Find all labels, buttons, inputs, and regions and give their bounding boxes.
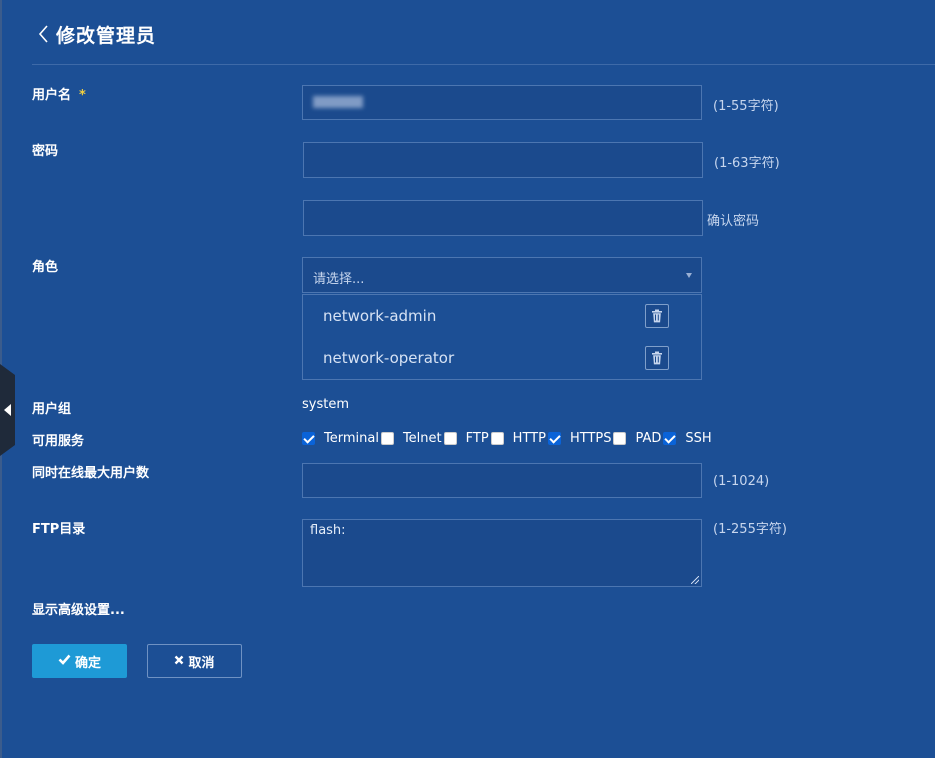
ftp-dir-value: flash: bbox=[310, 523, 346, 538]
ftp-dir-hint: (1-255字符) bbox=[713, 522, 787, 537]
caret-left-icon bbox=[4, 404, 11, 416]
username-label-text: 用户名 bbox=[32, 88, 72, 103]
trash-icon bbox=[652, 309, 662, 323]
required-mark: * bbox=[79, 88, 86, 103]
username-value-redacted bbox=[313, 96, 363, 108]
username-input[interactable] bbox=[302, 85, 702, 120]
caret-down-icon bbox=[686, 273, 692, 278]
username-label: 用户名 * bbox=[32, 84, 86, 103]
header-divider bbox=[32, 64, 935, 65]
service-pad-checkbox[interactable] bbox=[613, 431, 627, 445]
service-terminal-label: Terminal bbox=[324, 430, 379, 446]
user-group-label: 用户组 bbox=[32, 402, 72, 417]
max-online-users-input[interactable] bbox=[302, 463, 702, 498]
resize-grip-icon[interactable] bbox=[691, 576, 699, 584]
role-item-network-admin: network-admin bbox=[323, 307, 437, 325]
cancel-button-label: 取消 bbox=[188, 655, 215, 671]
max-online-users-hint: (1-1024) bbox=[713, 474, 770, 489]
ftp-dir-textarea[interactable]: flash: bbox=[302, 519, 702, 587]
service-http-checkbox[interactable] bbox=[490, 431, 504, 445]
show-advanced-settings-link[interactable]: 显示高级设置... bbox=[32, 599, 125, 618]
service-ftp-label: FTP bbox=[465, 430, 489, 446]
confirm-password-input[interactable] bbox=[303, 200, 703, 236]
service-telnet-label: Telnet bbox=[402, 430, 442, 446]
check-icon bbox=[58, 654, 71, 669]
ok-button[interactable]: 确定 bbox=[32, 644, 127, 678]
remove-role-network-admin-button[interactable] bbox=[645, 304, 669, 328]
role-select[interactable]: 请选择... bbox=[302, 257, 702, 293]
cancel-button[interactable]: 取消 bbox=[147, 644, 242, 678]
username-hint: (1-55字符) bbox=[713, 99, 779, 114]
service-https-checkbox[interactable] bbox=[547, 431, 561, 445]
chevron-left-icon[interactable] bbox=[36, 24, 54, 44]
password-input[interactable] bbox=[303, 142, 703, 178]
role-select-placeholder: 请选择... bbox=[313, 272, 365, 287]
service-ssh-checkbox[interactable] bbox=[663, 431, 677, 445]
confirm-password-label: 确认密码 bbox=[707, 214, 760, 229]
service-https-label: HTTPS bbox=[569, 430, 612, 446]
sidebar-toggle-button[interactable] bbox=[0, 364, 15, 456]
services-checkbox-group: Terminal Telnet FTP HTTP HTTPS PAD SSH bbox=[302, 430, 714, 446]
service-ssh-label: SSH bbox=[685, 430, 712, 446]
remove-role-network-operator-button[interactable] bbox=[645, 346, 669, 370]
password-hint: (1-63字符) bbox=[714, 156, 780, 171]
service-pad-label: PAD bbox=[635, 430, 662, 446]
ok-button-label: 确定 bbox=[74, 655, 101, 671]
close-icon bbox=[174, 654, 184, 669]
services-label: 可用服务 bbox=[32, 434, 85, 449]
trash-icon bbox=[652, 351, 662, 365]
role-item-network-operator: network-operator bbox=[323, 349, 455, 367]
service-telnet-checkbox[interactable] bbox=[380, 431, 394, 445]
role-label: 角色 bbox=[32, 260, 59, 275]
service-ftp-checkbox[interactable] bbox=[443, 431, 457, 445]
service-http-label: HTTP bbox=[512, 430, 546, 446]
max-online-users-label: 同时在线最大用户数 bbox=[32, 466, 150, 481]
selected-roles-list: network-admin network-operator bbox=[302, 294, 702, 380]
user-group-value: system bbox=[302, 397, 349, 412]
ftp-dir-label: FTP目录 bbox=[32, 522, 86, 537]
service-terminal-checkbox[interactable] bbox=[302, 431, 315, 445]
password-label: 密码 bbox=[32, 144, 59, 159]
page-title: 修改管理员 bbox=[56, 25, 157, 47]
